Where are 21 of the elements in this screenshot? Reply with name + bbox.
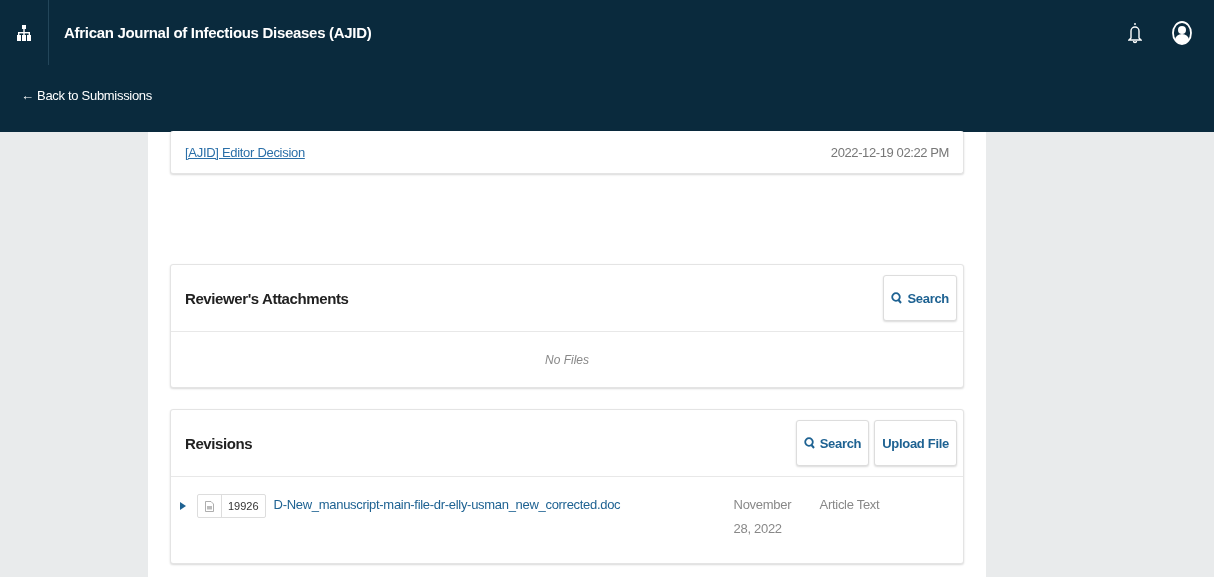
- upload-file-button[interactable]: Upload File: [874, 420, 957, 466]
- panel-title: Reviewer's Attachments: [185, 289, 349, 307]
- sitemap-icon[interactable]: [17, 24, 31, 41]
- journal-title[interactable]: African Journal of Infectious Diseases (AJID): [64, 24, 372, 41]
- document-icon: [205, 500, 214, 512]
- empty-message: No Files: [545, 352, 589, 367]
- search-icon: [891, 292, 903, 304]
- notification-date: 2022-12-19 02:22 PM: [830, 144, 949, 160]
- file-name-link[interactable]: D-New_manuscript-main-file-dr-elly-usman_new_corrected.doc: [273, 497, 734, 512]
- notification-bell-icon[interactable]: [1128, 21, 1142, 44]
- file-date: November 28, 2022: [733, 496, 793, 538]
- panel-title: Revisions: [185, 434, 253, 452]
- search-button[interactable]: Search: [795, 420, 870, 466]
- file-type: Article Text: [819, 497, 880, 512]
- user-avatar-icon[interactable]: [1172, 20, 1192, 45]
- editor-decision-link[interactable]: [AJID] Editor Decision: [185, 144, 305, 160]
- expand-caret-icon[interactable]: [180, 502, 186, 510]
- back-to-submissions-link[interactable]: ← Back to Submissions: [21, 88, 152, 103]
- file-id: 19926: [221, 495, 265, 517]
- search-icon: [803, 437, 815, 449]
- search-button[interactable]: Search: [883, 275, 957, 321]
